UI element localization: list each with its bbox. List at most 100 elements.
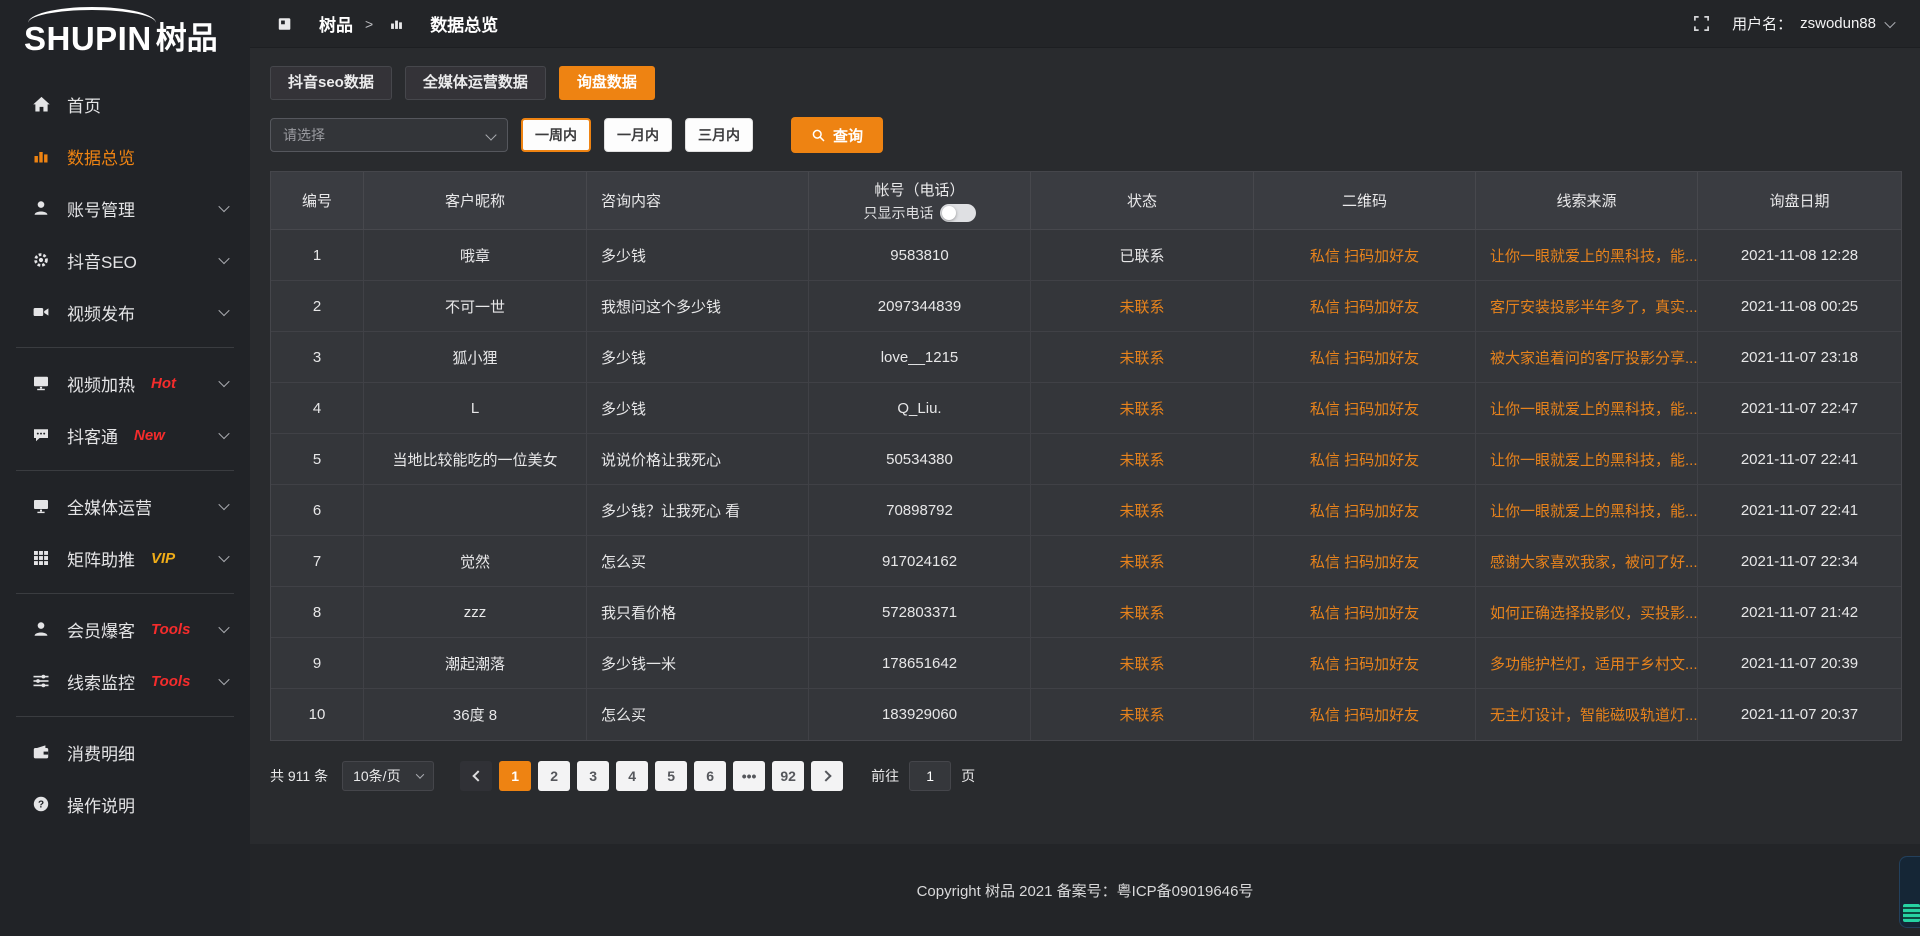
more-pages-button[interactable]: •••	[733, 761, 765, 791]
chevron-down-icon	[416, 770, 424, 778]
page-button-92[interactable]: 92	[772, 761, 804, 791]
cell-status: 未联系	[1031, 434, 1254, 485]
page-button-1[interactable]: 1	[499, 761, 531, 791]
table-body: 1哦章多少钱9583810已联系私信 扫码加好友让你一眼就爱上的黑科技，能...…	[271, 230, 1901, 740]
sidebar-item-label: 全媒体运营	[67, 494, 152, 519]
cell-source-link[interactable]: 无主灯设计，智能磁吸轨道灯...	[1476, 689, 1698, 740]
page-button-5[interactable]: 5	[655, 761, 687, 791]
page-size-select[interactable]: 10条/页	[342, 761, 434, 791]
select-placeholder: 请选择	[283, 125, 325, 145]
bar-chart-icon	[30, 147, 52, 165]
cell-qr-links[interactable]: 私信 扫码加好友	[1254, 383, 1476, 434]
cell-nickname: 潮起潮落	[364, 638, 587, 689]
sidebar-item-matrix[interactable]: 矩阵助推VIP	[0, 532, 250, 584]
account-select[interactable]: 请选择	[270, 118, 508, 152]
col-content: 咨询内容	[587, 172, 809, 230]
sidebar-item-help[interactable]: ?操作说明	[0, 778, 250, 830]
table-row: 9潮起潮落多少钱一米178651642未联系私信 扫码加好友多功能护栏灯，适用于…	[271, 638, 1901, 689]
cell-content: 多少钱	[587, 332, 809, 383]
sidebar-item-member[interactable]: 会员爆客Tools	[0, 603, 250, 655]
cell-qr-links[interactable]: 私信 扫码加好友	[1254, 230, 1476, 281]
cell-source-link[interactable]: 客厅安装投影半年多了，真实...	[1476, 281, 1698, 332]
cell-source-link[interactable]: 让你一眼就爱上的黑科技，能...	[1476, 230, 1698, 281]
phone-only-toggle[interactable]	[940, 204, 976, 222]
col-account: 帐号（电话） 只显示电话	[809, 172, 1031, 230]
sidebar-item-label: 矩阵助推	[67, 546, 135, 571]
cell-nickname: 当地比较能吃的一位美女	[364, 434, 587, 485]
cell-source-link[interactable]: 多功能护栏灯，适用于乡村文...	[1476, 638, 1698, 689]
inquiry-table: 编号 客户昵称 咨询内容 帐号（电话） 只显示电话 状态 二维码 线索来源 询盘…	[270, 171, 1902, 741]
table-row: 5当地比较能吃的一位美女说说价格让我死心50534380未联系私信 扫码加好友让…	[271, 434, 1901, 485]
cell-qr-links[interactable]: 私信 扫码加好友	[1254, 485, 1476, 536]
username-label: 用户名：	[1732, 13, 1792, 34]
page-button-3[interactable]: 3	[577, 761, 609, 791]
cell-nickname: L	[364, 383, 587, 434]
page-button-6[interactable]: 6	[694, 761, 726, 791]
cell-source-link[interactable]: 感谢大家喜欢我家，被问了好...	[1476, 536, 1698, 587]
goto-page-input[interactable]	[909, 761, 951, 791]
tab-douyin-seo[interactable]: 抖音seo数据	[270, 66, 392, 100]
phone-toggle-row: 只显示电话	[864, 203, 976, 223]
table-header: 编号 客户昵称 咨询内容 帐号（电话） 只显示电话 状态 二维码 线索来源 询盘…	[271, 172, 1901, 230]
cell-source-link[interactable]: 让你一眼就爱上的黑科技，能...	[1476, 434, 1698, 485]
sidebar-item-clue[interactable]: 线索监控Tools	[0, 655, 250, 707]
chevron-down-icon	[485, 129, 496, 140]
table-row: 8zzz我只看价格572803371未联系私信 扫码加好友如何正确选择投影仪，买…	[271, 587, 1901, 638]
range-week-button[interactable]: 一周内	[521, 118, 591, 152]
search-icon	[811, 128, 826, 143]
sidebar-item-label: 视频发布	[67, 300, 135, 325]
cell-source-link[interactable]: 被大家追着问的客厅投影分享...	[1476, 332, 1698, 383]
page-button-4[interactable]: 4	[616, 761, 648, 791]
cell-date: 2021-11-07 22:34	[1698, 536, 1901, 587]
content-area: 抖音seo数据 全媒体运营数据 询盘数据 请选择 一周内 一月内 三月内 查询	[250, 48, 1920, 844]
range-quarter-button[interactable]: 三月内	[685, 118, 753, 152]
grid-icon	[30, 549, 52, 567]
cell-status: 已联系	[1031, 230, 1254, 281]
sidebar-item-publish[interactable]: 视频发布	[0, 286, 250, 338]
sidebar-item-home[interactable]: 首页	[0, 78, 250, 130]
page-button-2[interactable]: 2	[538, 761, 570, 791]
sidebar-item-seo[interactable]: 抖音SEO	[0, 234, 250, 286]
cell-account: 2097344839	[809, 281, 1031, 332]
cell-source-link[interactable]: 如何正确选择投影仪，买投影...	[1476, 587, 1698, 638]
fullscreen-icon[interactable]	[1693, 15, 1710, 32]
next-page-button[interactable]	[811, 761, 843, 791]
tab-media-operation[interactable]: 全媒体运营数据	[405, 66, 546, 100]
cell-status: 未联系	[1031, 689, 1254, 740]
query-button[interactable]: 查询	[791, 117, 883, 153]
floating-contact-widget[interactable]	[1899, 856, 1920, 928]
topbar: 树品 > 数据总览 用户名： zswodun88	[250, 0, 1920, 48]
cell-source-link[interactable]: 让你一眼就爱上的黑科技，能...	[1476, 383, 1698, 434]
cell-qr-links[interactable]: 私信 扫码加好友	[1254, 434, 1476, 485]
range-month-button[interactable]: 一月内	[604, 118, 672, 152]
cell-qr-links[interactable]: 私信 扫码加好友	[1254, 689, 1476, 740]
sidebar-item-douketong[interactable]: 抖客通New	[0, 409, 250, 461]
cell-account: 917024162	[809, 536, 1031, 587]
tab-inquiry-data[interactable]: 询盘数据	[559, 66, 655, 100]
cell-nickname: 狐小狸	[364, 332, 587, 383]
dashboard-square-icon	[274, 16, 296, 32]
prev-page-button[interactable]	[460, 761, 492, 791]
sidebar-item-consume[interactable]: 消费明细	[0, 726, 250, 778]
sidebar-item-account[interactable]: 账号管理	[0, 182, 250, 234]
col-id: 编号	[271, 172, 364, 230]
sidebar-item-label: 视频加热	[67, 371, 135, 396]
cell-status: 未联系	[1031, 638, 1254, 689]
sidebar-item-media[interactable]: 全媒体运营	[0, 480, 250, 532]
cell-qr-links[interactable]: 私信 扫码加好友	[1254, 281, 1476, 332]
cell-qr-links[interactable]: 私信 扫码加好友	[1254, 536, 1476, 587]
sidebar-item-heat[interactable]: 视频加热Hot	[0, 357, 250, 409]
cell-qr-links[interactable]: 私信 扫码加好友	[1254, 332, 1476, 383]
breadcrumb-root[interactable]: 树品	[319, 11, 353, 36]
topbar-right: 用户名： zswodun88	[1693, 13, 1894, 34]
user-menu[interactable]: 用户名： zswodun88	[1732, 13, 1894, 34]
sidebar-item-overview[interactable]: 数据总览	[0, 130, 250, 182]
cell-qr-links[interactable]: 私信 扫码加好友	[1254, 638, 1476, 689]
cell-source-link[interactable]: 让你一眼就爱上的黑科技，能...	[1476, 485, 1698, 536]
sidebar-divider	[16, 716, 234, 717]
chat-bubble-icon	[30, 426, 52, 444]
sidebar-menu: 首页数据总览账号管理抖音SEO 视频发布视频加热Hot抖客通New 全媒体运营矩阵助…	[0, 64, 250, 830]
sidebar-item-label: 操作说明	[67, 792, 135, 817]
cell-qr-links[interactable]: 私信 扫码加好友	[1254, 587, 1476, 638]
cell-content: 多少钱	[587, 383, 809, 434]
